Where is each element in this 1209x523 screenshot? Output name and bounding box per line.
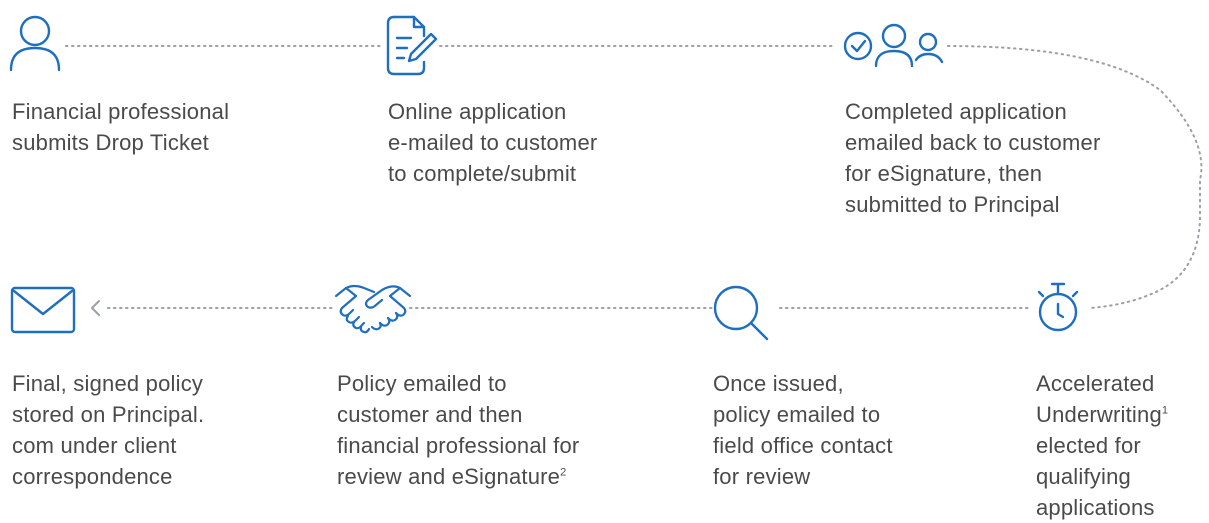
step-3-text: Completed application emailed back to cu… <box>845 99 1101 217</box>
step-5-text: Once issued, policy emailed to field off… <box>713 371 893 489</box>
document-edit-icon <box>384 14 440 76</box>
step-4-text: Accelerated Underwriting1 elected for qu… <box>1036 371 1169 520</box>
step-7-text: Final, signed policy stored on Principal… <box>12 371 205 489</box>
step-1-text: Financial professional submits Drop Tick… <box>12 99 230 155</box>
footnote-2: 2 <box>560 466 567 479</box>
envelope-icon <box>10 286 76 334</box>
footnote-1: 1 <box>1161 404 1169 417</box>
arrow-left-icon <box>91 300 100 316</box>
magnifier-icon <box>712 280 776 344</box>
step-6-text: Policy emailed to customer and then fina… <box>337 371 580 489</box>
stopwatch-icon <box>1032 280 1088 336</box>
handshake-icon <box>334 282 412 334</box>
person-icon <box>8 14 62 72</box>
step-2-text: Online application e-mailed to customer … <box>388 99 598 186</box>
check-people-icon <box>842 22 946 68</box>
